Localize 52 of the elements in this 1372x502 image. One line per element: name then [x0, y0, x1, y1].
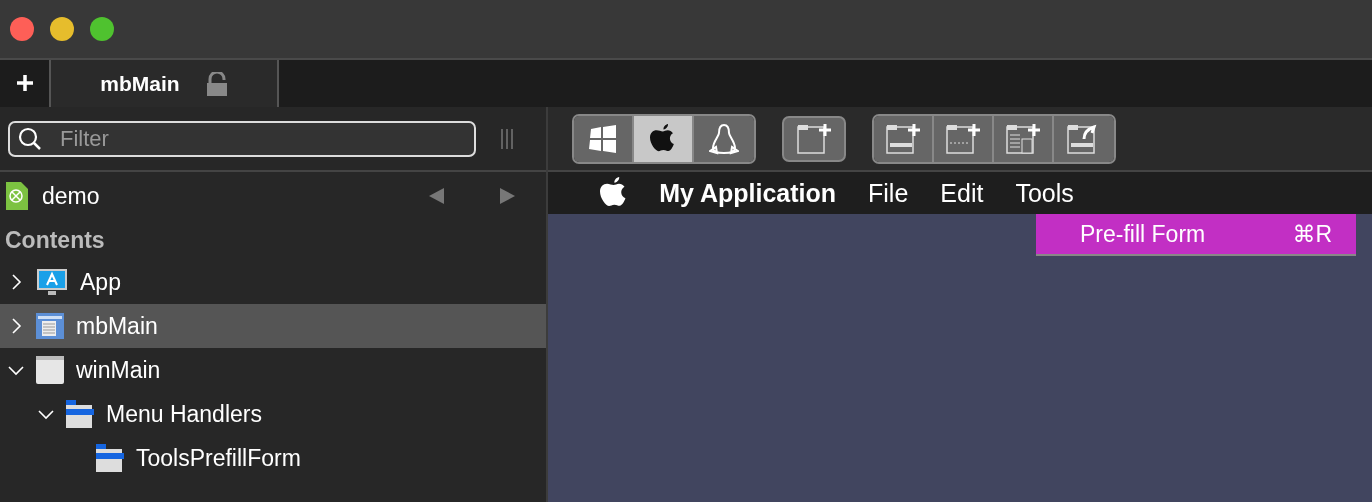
window-icon	[36, 356, 64, 384]
new-menu-icon	[885, 122, 921, 155]
apple-logo-icon	[600, 177, 628, 209]
filter-field[interactable]: Filter	[8, 120, 476, 157]
add-window-button[interactable]	[782, 115, 846, 162]
apple-logo-icon	[650, 123, 676, 154]
tree-item[interactable]: winMain	[0, 348, 546, 392]
contents-heading: Contents	[4, 225, 106, 255]
new-window-icon	[796, 122, 832, 155]
forward-arrow-icon[interactable]	[498, 187, 516, 205]
project-file-icon	[6, 182, 28, 210]
search-icon	[18, 126, 42, 151]
new-separator-icon	[945, 122, 981, 155]
tree-item-label: Menu Handlers	[106, 400, 262, 428]
tree-item[interactable]: Menu Handlers	[0, 392, 546, 436]
menu-item[interactable]: Pre-fill Form ⌘R	[1036, 214, 1356, 256]
tree-item[interactable]: mbMain	[0, 304, 546, 348]
windows-logo-icon	[588, 124, 618, 153]
tab-label: mbMain	[100, 71, 180, 96]
platform-button[interactable]	[694, 115, 754, 162]
menu[interactable]: Tools	[1015, 178, 1074, 208]
menu-item-label: Pre-fill Form	[1080, 220, 1206, 248]
tree-item[interactable]: ToolsPrefillForm	[0, 436, 546, 480]
folder-icon	[66, 400, 94, 428]
tree-item[interactable]: App	[0, 260, 546, 304]
tree-item-label: App	[80, 268, 121, 296]
unlocked-icon[interactable]	[205, 71, 228, 96]
shortcut-label: ⌘R	[1292, 220, 1332, 248]
penguin-icon	[709, 122, 739, 155]
project-name: demo	[42, 182, 101, 210]
add-submenu-button[interactable]	[994, 115, 1054, 162]
drag-handle-icon[interactable]	[500, 128, 514, 149]
tree-item-label: mbMain	[76, 312, 158, 340]
tree-item-label: ToolsPrefillForm	[136, 444, 301, 472]
app-menu[interactable]: My Application	[659, 178, 837, 208]
close-button[interactable]	[10, 17, 34, 41]
plus-icon	[15, 74, 34, 92]
minimize-button[interactable]	[50, 17, 74, 41]
new-submenu-icon	[1005, 122, 1041, 155]
menu[interactable]: Edit	[940, 178, 984, 208]
back-arrow-icon[interactable]	[428, 187, 446, 205]
menubar-icon	[36, 313, 64, 339]
tab[interactable]: mbMain	[51, 60, 279, 107]
zoom-button[interactable]	[90, 17, 114, 41]
add-menu-button[interactable]	[874, 115, 934, 162]
tree-item-label: winMain	[76, 356, 161, 384]
folder-icon	[96, 444, 124, 472]
platform-button[interactable]	[634, 115, 694, 162]
monitor-icon	[36, 268, 68, 296]
menu[interactable]: File	[868, 178, 909, 208]
convert-menu-button[interactable]	[1054, 115, 1114, 162]
platform-button[interactable]	[574, 115, 634, 162]
